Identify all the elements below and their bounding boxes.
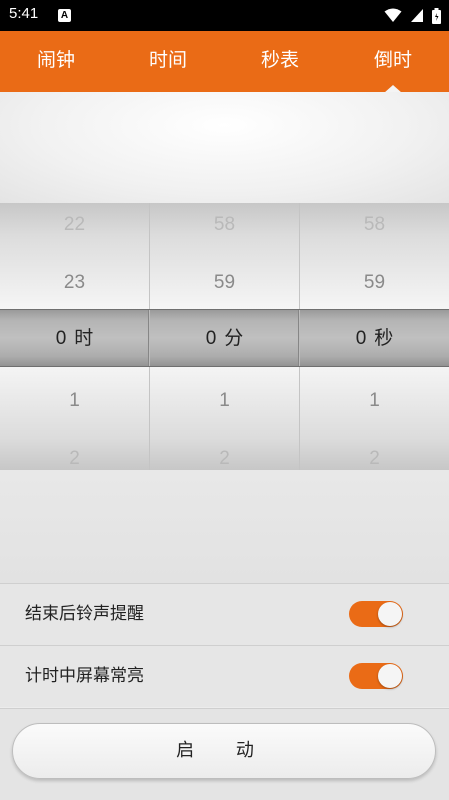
time-picker: 22 23 1 2 58 59 1 2 58 59 1 2 0时 0分 0秒 <box>0 203 449 470</box>
second-unit-label: 秒 <box>374 327 394 349</box>
second-item: 59 <box>363 272 386 293</box>
minute-unit-label: 分 <box>224 327 244 349</box>
cell-signal-icon <box>411 9 423 22</box>
second-item: 58 <box>363 214 386 235</box>
hour-item: 23 <box>63 272 86 293</box>
tab-bar: 闹钟 时间 秒表 倒时 <box>0 31 449 93</box>
toggle-knob <box>378 664 402 688</box>
minute-item: 1 <box>219 390 230 411</box>
selected-minute: 0分 <box>150 310 299 366</box>
battery-icon <box>432 7 441 24</box>
hour-item: 22 <box>63 214 86 235</box>
selected-second: 0秒 <box>300 310 449 366</box>
setting-row-screen-on: 计时中屏幕常亮 <box>0 645 449 707</box>
start-button[interactable]: 启 动 <box>12 723 436 779</box>
setting-row-ring-reminder: 结束后铃声提醒 <box>0 583 449 645</box>
notification-icon: A <box>58 9 71 22</box>
minute-item: 58 <box>213 214 236 235</box>
spacer-area <box>0 470 449 583</box>
wifi-icon <box>384 8 402 22</box>
tab-countdown[interactable]: 倒时 <box>337 31 449 92</box>
status-bar: 5:41 A <box>0 0 449 31</box>
ring-reminder-label: 结束后铃声提醒 <box>25 604 144 624</box>
selected-hour: 0时 <box>0 310 149 366</box>
minute-item: 2 <box>219 448 230 469</box>
selected-minute-value: 0 <box>205 328 217 349</box>
second-item: 1 <box>369 390 380 411</box>
tab-stopwatch[interactable]: 秒表 <box>224 31 336 92</box>
hour-item: 2 <box>69 448 80 469</box>
second-item: 2 <box>369 448 380 469</box>
selected-hour-value: 0 <box>55 328 67 349</box>
status-time: 5:41 <box>9 5 39 22</box>
hour-unit-label: 时 <box>74 327 94 349</box>
screen-on-label: 计时中屏幕常亮 <box>25 666 144 686</box>
display-area <box>0 92 449 203</box>
ring-reminder-toggle[interactable] <box>349 601 403 627</box>
tab-alarm[interactable]: 闹钟 <box>0 31 112 92</box>
hour-item: 1 <box>69 390 80 411</box>
picker-selection-band: 0时 0分 0秒 <box>0 309 449 367</box>
bottom-bar: 启 动 <box>0 708 449 800</box>
screen-on-toggle[interactable] <box>349 663 403 689</box>
tab-clock[interactable]: 时间 <box>112 31 224 92</box>
minute-item: 59 <box>213 272 236 293</box>
selected-second-value: 0 <box>355 328 367 349</box>
status-icons <box>384 7 441 24</box>
toggle-knob <box>378 602 402 626</box>
